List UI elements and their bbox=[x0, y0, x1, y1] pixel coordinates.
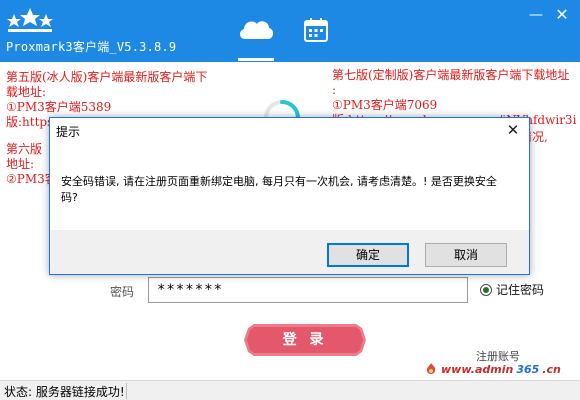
dialog-message: 安全码错误, 请在注册页面重新绑定电脑, 每月只有一次机会, 请考虑清楚。! 是… bbox=[61, 175, 497, 204]
notice-line: 第七版(定制版)客户端最新版客户端下载地址 bbox=[332, 68, 570, 82]
status-divider bbox=[126, 383, 127, 399]
app-title: Proxmark3客户端_V5.3.8.9 bbox=[6, 40, 177, 54]
watermark-prefix: www.admin bbox=[441, 362, 514, 376]
watermark-number: 365 bbox=[516, 362, 540, 376]
status-bar: 状态: 服务器链接成功! bbox=[0, 380, 580, 400]
flame-logo-icon bbox=[426, 363, 436, 374]
notice-left-lower: 第六版 地址: ②PM3客 bbox=[6, 142, 50, 187]
minimize-button[interactable]: — bbox=[527, 6, 545, 24]
stars-logo-icon bbox=[7, 8, 53, 32]
app-window: Proxmark3客户端_V5.3.8.9 — ✕ 第五版(冰人版)客户端最新版… bbox=[0, 0, 580, 400]
radio-checked-dot bbox=[483, 286, 489, 293]
notice-line: 地址: bbox=[6, 157, 35, 171]
watermark: www.admin 365 .cn bbox=[424, 362, 561, 376]
ok-button[interactable]: 确定 bbox=[327, 243, 409, 267]
calendar-icon[interactable] bbox=[302, 16, 330, 44]
notice-line: ①PM3客户端5389 bbox=[6, 100, 112, 114]
notice-line: 载地址: bbox=[6, 85, 47, 99]
status-text: 状态: 服务器链接成功! bbox=[4, 385, 125, 399]
active-tab-indicator bbox=[238, 58, 274, 61]
login-button-label: 登 录 bbox=[282, 332, 328, 348]
dialog-close-button[interactable]: ✕ bbox=[502, 120, 524, 140]
remember-label: 记住密码 bbox=[496, 283, 545, 297]
login-button[interactable]: 登 录 bbox=[244, 324, 366, 356]
prompt-dialog: 提示 ✕ 安全码错误, 请在注册页面重新绑定电脑, 每月只有一次机会, 请考虑清… bbox=[49, 117, 530, 275]
close-button[interactable]: ✕ bbox=[553, 6, 571, 24]
cloud-icon[interactable] bbox=[236, 14, 276, 44]
dialog-title-bar[interactable]: 提示 ✕ bbox=[50, 118, 529, 144]
dialog-footer: 确定 取消 bbox=[50, 230, 529, 274]
password-field[interactable]: ******* bbox=[148, 277, 468, 303]
remember-password-toggle[interactable]: 记住密码 bbox=[480, 281, 544, 298]
notice-line: : bbox=[332, 83, 337, 97]
notice-line: ①PM3客户端7069 bbox=[332, 98, 438, 112]
notice-line: 第六版 bbox=[6, 142, 43, 156]
title-bar[interactable]: Proxmark3客户端_V5.3.8.9 — ✕ bbox=[0, 0, 580, 62]
notice-line: ②PM3客 bbox=[6, 172, 50, 186]
dialog-title: 提示 bbox=[56, 125, 81, 139]
dialog-body: 安全码错误, 请在注册页面重新绑定电脑, 每月只有一次机会, 请考虑清楚。! 是… bbox=[50, 144, 529, 230]
password-label: 密码 bbox=[110, 285, 135, 299]
notice-line: 第五版(冰人版)客户端最新版客户端下 bbox=[6, 70, 208, 84]
watermark-suffix: .cn bbox=[542, 362, 561, 376]
remember-radio[interactable] bbox=[480, 283, 492, 296]
cancel-button[interactable]: 取消 bbox=[425, 243, 507, 267]
